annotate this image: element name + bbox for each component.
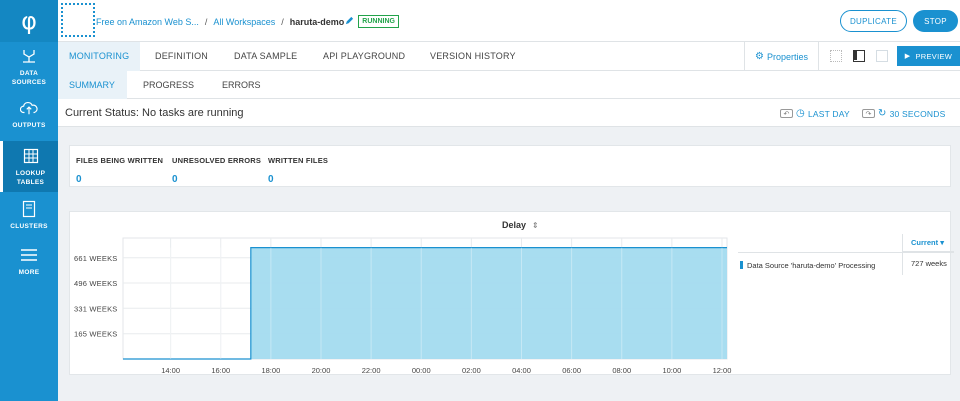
y-tick-label: 165 WEEKS xyxy=(74,330,118,339)
refresh-icon: ↻ xyxy=(878,108,887,119)
x-tick-label: 14:00 xyxy=(161,366,180,375)
sidebar-item-label: MORE xyxy=(18,269,40,276)
x-tick-label: 20:00 xyxy=(312,366,331,375)
x-tick-label: 12:00 xyxy=(713,366,732,375)
split-view-icon[interactable] xyxy=(853,50,865,62)
table-icon xyxy=(22,147,40,165)
refresh-interval-label: 30 SECONDS xyxy=(889,108,946,119)
panel-icon[interactable] xyxy=(876,50,888,62)
breadcrumb: Free on Amazon Web S... / All Workspaces… xyxy=(96,15,399,28)
main-tabs: MONITORING DEFINITION DATA SAMPLE API PL… xyxy=(58,42,960,71)
app-logo[interactable]: φ xyxy=(0,0,58,42)
breadcrumb-workspaces-link[interactable]: All Workspaces xyxy=(213,17,275,27)
stat-unresolved-errors: UNRESOLVED ERRORS 0 xyxy=(172,156,261,185)
sidebar-item-more[interactable]: MORE xyxy=(0,238,58,284)
sidebar-item-label: TABLES xyxy=(16,179,45,186)
x-tick-label: 06:00 xyxy=(562,366,581,375)
fullscreen-icon[interactable] xyxy=(830,50,842,62)
sidebar-item-label: OUTPUTS xyxy=(12,122,46,129)
hamburger-icon xyxy=(20,246,38,264)
pencil-icon[interactable] xyxy=(345,16,354,27)
y-tick-label: 496 WEEKS xyxy=(74,279,118,288)
sidebar: φ DATA SOURCES OUTPUTS LOOKUP TABLES CLU… xyxy=(0,0,58,401)
time-range-label: LAST DAY xyxy=(807,108,850,119)
time-range-selector[interactable]: ↶ ◷ LAST DAY xyxy=(780,108,850,119)
stop-button[interactable]: STOP xyxy=(913,10,958,32)
stat-files-being-written: FILES BEING WRITTEN 0 xyxy=(76,156,163,185)
pipeline-name: haruta-demo xyxy=(289,16,345,27)
stat-value: 0 xyxy=(268,174,274,185)
x-tick-label: 00:00 xyxy=(412,366,431,375)
subtab-errors[interactable]: ERRORS xyxy=(222,71,261,99)
sidebar-item-label: DATA xyxy=(19,70,39,77)
cloud-upload-icon xyxy=(20,99,38,117)
sidebar-item-lookup-tables[interactable]: LOOKUP TABLES xyxy=(0,141,58,192)
tab-api-playground[interactable]: API PLAYGROUND xyxy=(323,42,405,71)
sidebar-item-label: LOOKUP xyxy=(15,170,46,177)
x-tick-label: 16:00 xyxy=(211,366,230,375)
clock-icon: ◷ xyxy=(796,108,805,119)
legend-series-name: Data Source 'haruta-demo' Processing xyxy=(747,261,876,270)
redo-icon[interactable]: ↷ xyxy=(862,109,875,118)
delay-chart: 165 WEEKS 331 WEEKS 496 WEEKS 661 WEEKS 14:0… xyxy=(74,237,732,375)
breadcrumb-separator: / xyxy=(204,16,208,27)
legend-current-header[interactable]: Current ▾ xyxy=(902,234,954,252)
duplicate-button[interactable]: DUPLICATE xyxy=(840,10,907,32)
status-bar: Current Status: No tasks are running ↶ ◷… xyxy=(58,99,960,127)
subtab-progress[interactable]: PROGRESS xyxy=(143,71,194,99)
legend-series-current: 727 weeks xyxy=(902,253,947,275)
sort-desc-icon: ▾ xyxy=(940,238,944,247)
top-bar: Free on Amazon Web S... / All Workspaces… xyxy=(58,0,960,42)
delay-chart-card: Delay ⇕ 165 WEEKS 331 WEEKS 496 WEEKS 661 WE… xyxy=(69,211,954,375)
properties-label: Properties xyxy=(766,51,808,62)
sidebar-item-label: SOURCES xyxy=(11,79,47,86)
x-tick-label: 08:00 xyxy=(612,366,631,375)
workspace-icon[interactable] xyxy=(61,3,95,37)
current-status-text: Current Status: No tasks are running xyxy=(65,107,244,119)
data-sources-icon xyxy=(20,47,38,65)
stat-label: FILES BEING WRITTEN xyxy=(76,156,164,165)
preview-button[interactable]: ▶ PREVIEW xyxy=(897,46,960,66)
x-tick-label: 10:00 xyxy=(662,366,681,375)
tab-monitoring[interactable]: MONITORING xyxy=(58,42,140,71)
stat-label: UNRESOLVED ERRORS xyxy=(172,156,262,165)
x-tick-label: 04:00 xyxy=(512,366,531,375)
sidebar-item-data-sources[interactable]: DATA SOURCES xyxy=(0,42,58,92)
properties-button[interactable]: ⚙ Properties xyxy=(744,42,819,71)
stat-written-files: WRITTEN FILES 0 xyxy=(268,156,328,185)
x-tick-label: 22:00 xyxy=(362,366,381,375)
x-tick-label: 18:00 xyxy=(261,366,280,375)
refresh-interval-selector[interactable]: ↷ ↻ 30 SECONDS xyxy=(862,108,945,119)
subtab-summary[interactable]: SUMMARY xyxy=(58,71,127,99)
breadcrumb-account-link[interactable]: Free on Amazon Web S... xyxy=(96,17,199,27)
tab-version-history[interactable]: VERSION HISTORY xyxy=(430,42,516,71)
preview-label: PREVIEW xyxy=(915,51,953,61)
gear-icon: ⚙ xyxy=(755,51,764,62)
sidebar-item-label: CLUSTERS xyxy=(10,223,48,230)
stat-value: 0 xyxy=(76,174,82,185)
sub-tabs: SUMMARY PROGRESS ERRORS xyxy=(58,71,960,99)
tab-data-sample[interactable]: DATA SAMPLE xyxy=(234,42,297,71)
y-tick-label: 331 WEEKS xyxy=(74,304,118,313)
server-icon xyxy=(20,200,38,218)
stats-card: FILES BEING WRITTEN 0 UNRESOLVED ERRORS … xyxy=(69,145,951,187)
status-badge: RUNNING xyxy=(358,15,399,28)
legend-swatch xyxy=(740,261,743,269)
x-tick-label: 02:00 xyxy=(462,366,481,375)
undo-icon[interactable]: ↶ xyxy=(780,109,793,118)
play-icon: ▶ xyxy=(904,52,911,60)
breadcrumb-separator: / xyxy=(281,16,284,27)
legend-header-text: Current xyxy=(911,238,939,247)
tab-definition[interactable]: DEFINITION xyxy=(155,42,208,71)
legend-row: Data Source 'haruta-demo' Processing 727… xyxy=(738,252,954,275)
stat-label: WRITTEN FILES xyxy=(268,156,329,165)
sidebar-item-clusters[interactable]: CLUSTERS xyxy=(0,192,58,238)
stat-value: 0 xyxy=(172,174,178,185)
y-tick-label: 661 WEEKS xyxy=(74,254,118,263)
sidebar-item-outputs[interactable]: OUTPUTS xyxy=(0,92,58,141)
